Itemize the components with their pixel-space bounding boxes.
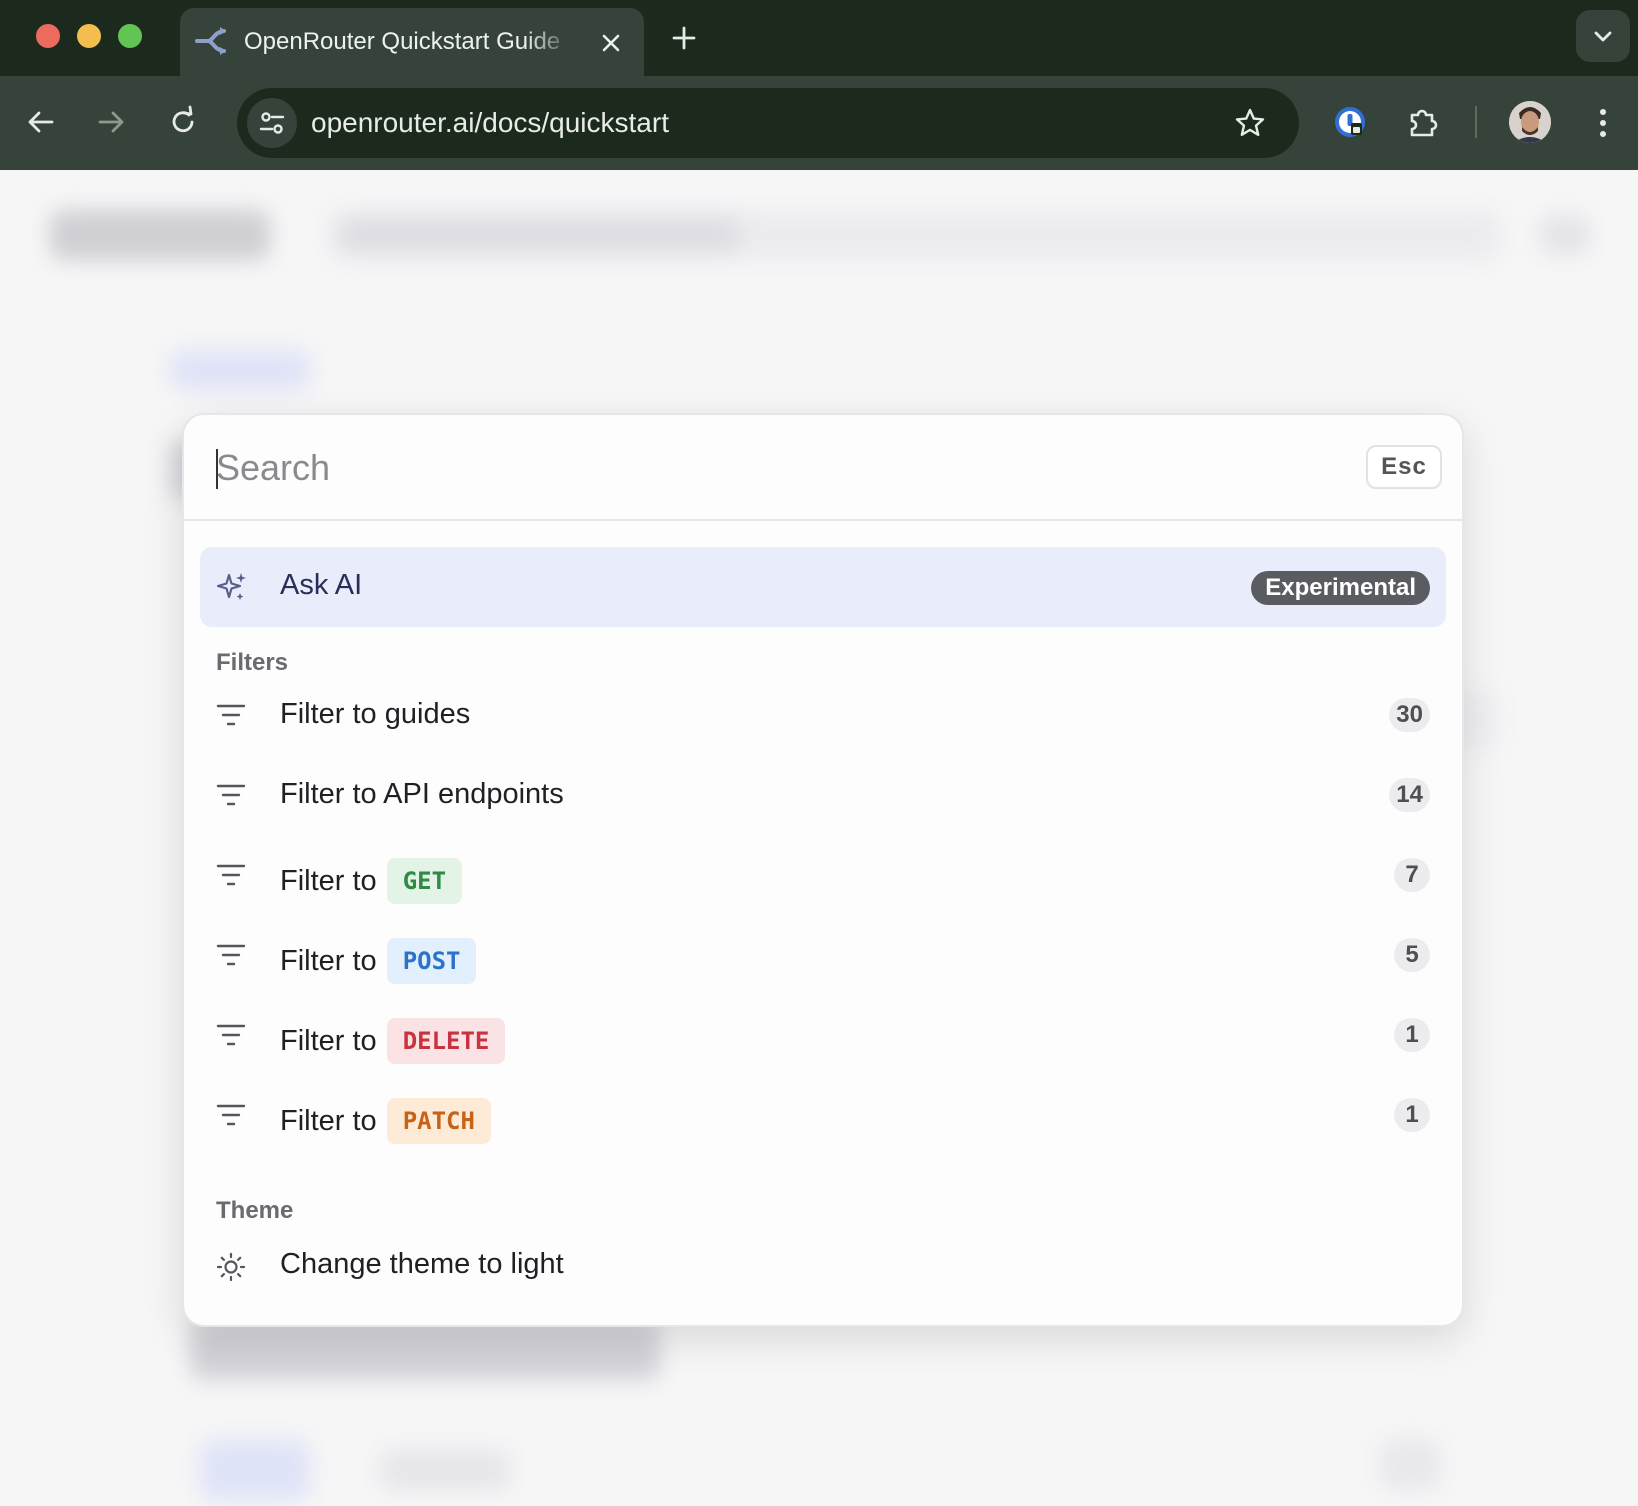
delete-method-badge: DELETE xyxy=(386,1018,506,1064)
filter-count: 14 xyxy=(1389,778,1430,812)
new-tab-icon[interactable] xyxy=(668,22,700,54)
extensions-puzzle-icon[interactable] xyxy=(1404,103,1442,141)
filter-label: Filter to xyxy=(280,864,377,897)
blurred-search-placeholder xyxy=(340,220,740,250)
filter-label: Filter to API endpoints xyxy=(280,778,564,810)
filter-icon xyxy=(216,1104,246,1126)
filter-count: 1 xyxy=(1394,1098,1430,1132)
theme-heading: Theme xyxy=(216,1197,294,1224)
sun-icon xyxy=(216,1252,246,1282)
get-method-badge: GET xyxy=(386,858,463,904)
esc-button[interactable]: Esc xyxy=(1366,445,1442,489)
tune-icon xyxy=(259,112,285,134)
blurred-logo xyxy=(50,210,270,260)
filter-count: 30 xyxy=(1389,698,1430,732)
reload-icon[interactable] xyxy=(164,103,202,141)
filter-icon xyxy=(216,1024,246,1046)
url-text[interactable]: openrouter.ai/docs/quickstart xyxy=(311,107,669,139)
tab-search-button[interactable] xyxy=(1576,10,1630,62)
close-tab-icon[interactable] xyxy=(598,30,624,56)
filter-item-get[interactable]: Filter to GET 7 xyxy=(200,840,1446,910)
post-method-badge: POST xyxy=(386,938,477,984)
browser-tab-bar: OpenRouter Quickstart Guide xyxy=(0,0,1638,76)
filter-item-post[interactable]: Filter to POST 5 xyxy=(200,920,1446,990)
text-caret xyxy=(216,449,218,489)
filter-label: Filter to xyxy=(280,1024,377,1057)
forward-arrow-icon[interactable] xyxy=(92,103,130,141)
bookmark-star-icon[interactable] xyxy=(1233,106,1267,140)
browser-toolbar: openrouter.ai/docs/quickstart xyxy=(0,76,1638,170)
chevron-down-icon xyxy=(1594,31,1612,42)
ask-ai-label: Ask AI xyxy=(280,569,363,601)
password-manager-extension-icon[interactable] xyxy=(1331,103,1369,141)
close-window-button[interactable] xyxy=(36,24,60,48)
experimental-badge: Experimental xyxy=(1251,571,1430,605)
minimize-window-button[interactable] xyxy=(77,24,101,48)
filter-count: 5 xyxy=(1394,938,1430,972)
change-theme-item[interactable]: Change theme to light xyxy=(200,1230,1446,1300)
maximize-window-button[interactable] xyxy=(118,24,142,48)
search-input[interactable] xyxy=(214,439,1278,497)
filter-label: Filter to xyxy=(280,944,377,977)
blurred-text-line xyxy=(190,1320,660,1380)
blurred-header-icon xyxy=(1540,215,1590,255)
back-arrow-icon[interactable] xyxy=(22,103,60,141)
blurred-tab xyxy=(200,1440,310,1500)
patch-method-badge: PATCH xyxy=(386,1098,491,1144)
filter-count: 1 xyxy=(1394,1018,1430,1052)
ask-ai-item[interactable]: Ask AI Experimental xyxy=(200,547,1446,627)
filters-heading: Filters xyxy=(216,649,289,676)
active-tab[interactable]: OpenRouter Quickstart Guide xyxy=(180,8,644,76)
filter-item-guides[interactable]: Filter to guides 30 xyxy=(200,680,1446,750)
filter-count: 7 xyxy=(1394,858,1430,892)
blurred-tab-2 xyxy=(380,1450,510,1490)
profile-photo-icon xyxy=(1509,101,1551,143)
openrouter-logo-icon xyxy=(195,27,226,55)
toolbar-divider xyxy=(1475,106,1477,138)
tab-title: OpenRouter Quickstart Guide xyxy=(244,28,561,55)
address-bar[interactable]: openrouter.ai/docs/quickstart xyxy=(237,88,1299,158)
filter-item-delete[interactable]: Filter to DELETE 1 xyxy=(200,1000,1446,1070)
filter-icon xyxy=(216,864,246,886)
filter-item-api-endpoints[interactable]: Filter to API endpoints 14 xyxy=(200,760,1446,830)
filter-item-patch[interactable]: Filter to PATCH 1 xyxy=(200,1080,1446,1150)
search-header: Esc xyxy=(184,415,1462,521)
blurred-breadcrumb xyxy=(170,350,310,390)
blurred-copy-button xyxy=(1380,1440,1440,1490)
filter-icon xyxy=(216,944,246,966)
filter-icon xyxy=(216,704,246,726)
site-info-button[interactable] xyxy=(247,98,297,148)
filter-icon xyxy=(216,784,246,806)
more-menu-icon[interactable] xyxy=(1588,104,1618,142)
filter-label: Filter to xyxy=(280,1104,377,1137)
sparkle-icon xyxy=(216,573,246,600)
profile-avatar[interactable] xyxy=(1509,101,1551,143)
filter-label: Filter to guides xyxy=(280,698,471,730)
change-theme-label: Change theme to light xyxy=(280,1248,564,1280)
search-dialog: Esc Ask AI Experimental Filters Filter t… xyxy=(182,413,1464,1327)
